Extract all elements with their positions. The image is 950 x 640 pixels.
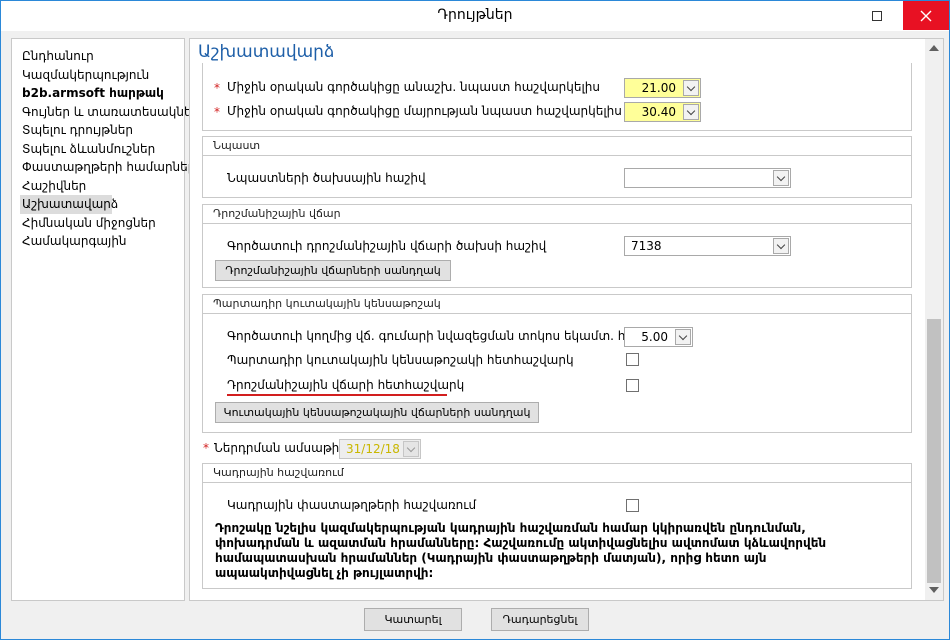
nav-item-system[interactable]: Համակարգային bbox=[20, 232, 170, 251]
maximize-icon bbox=[872, 10, 882, 21]
nav-item-accounts[interactable]: Հաշիվներ bbox=[20, 177, 170, 196]
pension-scale-button[interactable]: Կուտակային կենսաթոշակային վճարների սանդղ… bbox=[215, 402, 539, 423]
scroll-thumb[interactable] bbox=[927, 319, 941, 583]
nav-item-organization[interactable]: Կազմակերպություն bbox=[20, 66, 170, 85]
personnel-group-header: Կադրային հաշվառում bbox=[203, 464, 911, 483]
sick-coef-value: 21.00 bbox=[641, 81, 676, 95]
benefit-account-label: Նպաստների ծախսային հաշիվ bbox=[227, 171, 426, 185]
ok-button[interactable]: Կատարել bbox=[364, 608, 462, 631]
chevron-down-icon[interactable] bbox=[675, 329, 691, 345]
stamp-recalc-label: Դրոշմանիշային վճարի հետհաշվարկ bbox=[227, 378, 465, 392]
pension-pct-value: 5.00 bbox=[641, 330, 668, 344]
required-mark: * bbox=[203, 441, 209, 455]
benefit-group: Նպաստ Նպաստների ծախսային հաշիվ bbox=[202, 136, 912, 198]
red-underline bbox=[227, 394, 447, 396]
stamp-fee-account-label: Գործատուի դրոշմանիշային վճարի ծախսի հաշի… bbox=[227, 239, 547, 253]
window-title: Դրույթներ bbox=[437, 7, 513, 23]
personnel-note: Դրոշակը նշելիս կազմակերպության կադրային … bbox=[215, 521, 827, 580]
vertical-scrollbar[interactable] bbox=[925, 39, 943, 600]
settings-window: Դրույթներ Ընդհանուր Կազմակերպություն b2b… bbox=[0, 0, 950, 640]
chevron-down-icon[interactable] bbox=[683, 80, 699, 96]
entry-date-label: Ներդրման ամսաթիվ bbox=[214, 441, 347, 455]
maternity-coef-value: 30.40 bbox=[641, 105, 676, 119]
chevron-down-icon[interactable] bbox=[683, 104, 699, 120]
nav-item-general[interactable]: Ընդհանուր bbox=[20, 47, 170, 66]
title-bar: Դրույթներ bbox=[1, 1, 949, 31]
maximize-button[interactable] bbox=[854, 1, 900, 30]
pension-group-header: Պարտադիր կուտակային կենսաթոշակ bbox=[203, 295, 911, 314]
stamp-fee-group-header: Դրոշմանիշային վճար bbox=[203, 205, 911, 224]
chevron-down-icon[interactable] bbox=[403, 441, 419, 457]
benefit-group-header: Նպաստ bbox=[203, 137, 911, 156]
page-title: Աշխատավարձ bbox=[198, 42, 341, 62]
nav-item-print-settings[interactable]: Տպելու դրույթներ bbox=[20, 121, 170, 140]
payroll-settings-panel: Աշխատավարձ * Միջին օրական գործակիցը անաշ… bbox=[189, 38, 944, 601]
maternity-coef-label: Միջին օրական գործակիցը մայրության նպաստ … bbox=[227, 104, 622, 118]
personnel-docs-checkbox[interactable] bbox=[626, 499, 639, 512]
chevron-down-icon[interactable] bbox=[773, 238, 789, 254]
maternity-coef-select[interactable]: 30.40 bbox=[624, 102, 701, 122]
pension-pct-label: Գործատուի կողմից վճ. գումարի նվազեցման տ… bbox=[227, 329, 668, 343]
benefit-account-select[interactable] bbox=[624, 168, 791, 188]
pension-group: Պարտադիր կուտակային կենսաթոշակ Գործատուի… bbox=[202, 294, 912, 433]
entry-date-picker[interactable]: 31/12/18 bbox=[339, 439, 421, 459]
pension-recalc-checkbox[interactable] bbox=[626, 353, 639, 366]
settings-nav: Ընդհանուր Կազմակերպություն b2b.armsoft հ… bbox=[11, 38, 199, 601]
chevron-down-icon[interactable] bbox=[773, 170, 789, 186]
required-mark: * bbox=[214, 105, 220, 119]
sick-coef-label: Միջին օրական գործակիցը անաշխ. նպաստ հաշվ… bbox=[227, 80, 600, 94]
stamp-fee-scale-button[interactable]: Դրոշմանիշային վճարների սանդղակ bbox=[215, 260, 451, 281]
nav-item-print-templates[interactable]: Տպելու ձևանմուշներ bbox=[20, 140, 170, 159]
nav-item-colors-fonts[interactable]: Գույներ և տառատեսակներ bbox=[20, 103, 199, 122]
nav-item-document-numbers[interactable]: Փաստաթղթերի համարներ bbox=[20, 158, 195, 177]
close-button[interactable] bbox=[903, 1, 949, 30]
stamp-fee-group: Դրոշմանիշային վճար Գործատուի դրոշմանիշայ… bbox=[202, 204, 912, 288]
cancel-button[interactable]: Դադարեցնել bbox=[491, 608, 589, 631]
stamp-fee-account-select[interactable]: 7138 bbox=[624, 236, 791, 256]
scroll-down-icon[interactable] bbox=[929, 587, 939, 593]
pension-recalc-label: Պարտադիր կուտակային կենսաթոշակի հետհաշվա… bbox=[227, 353, 574, 367]
nav-item-b2b[interactable]: b2b.armsoft հարթակ bbox=[20, 84, 170, 103]
stamp-fee-account-value: 7138 bbox=[631, 239, 662, 253]
close-icon bbox=[920, 10, 932, 21]
stamp-recalc-checkbox[interactable] bbox=[626, 379, 639, 392]
nav-item-payroll[interactable]: Աշխատավարձ bbox=[20, 195, 118, 214]
entry-date-value: 31/12/18 bbox=[346, 442, 400, 456]
required-mark: * bbox=[214, 81, 220, 95]
sick-coef-select[interactable]: 21.00 bbox=[624, 78, 701, 98]
nav-item-fixed-assets[interactable]: Հիմնական միջոցներ bbox=[20, 214, 170, 233]
personnel-docs-label: Կադրային փաստաթղթերի հաշվառում bbox=[227, 498, 477, 512]
pension-pct-select[interactable]: 5.00 bbox=[624, 327, 693, 347]
scroll-up-icon[interactable] bbox=[929, 45, 939, 51]
